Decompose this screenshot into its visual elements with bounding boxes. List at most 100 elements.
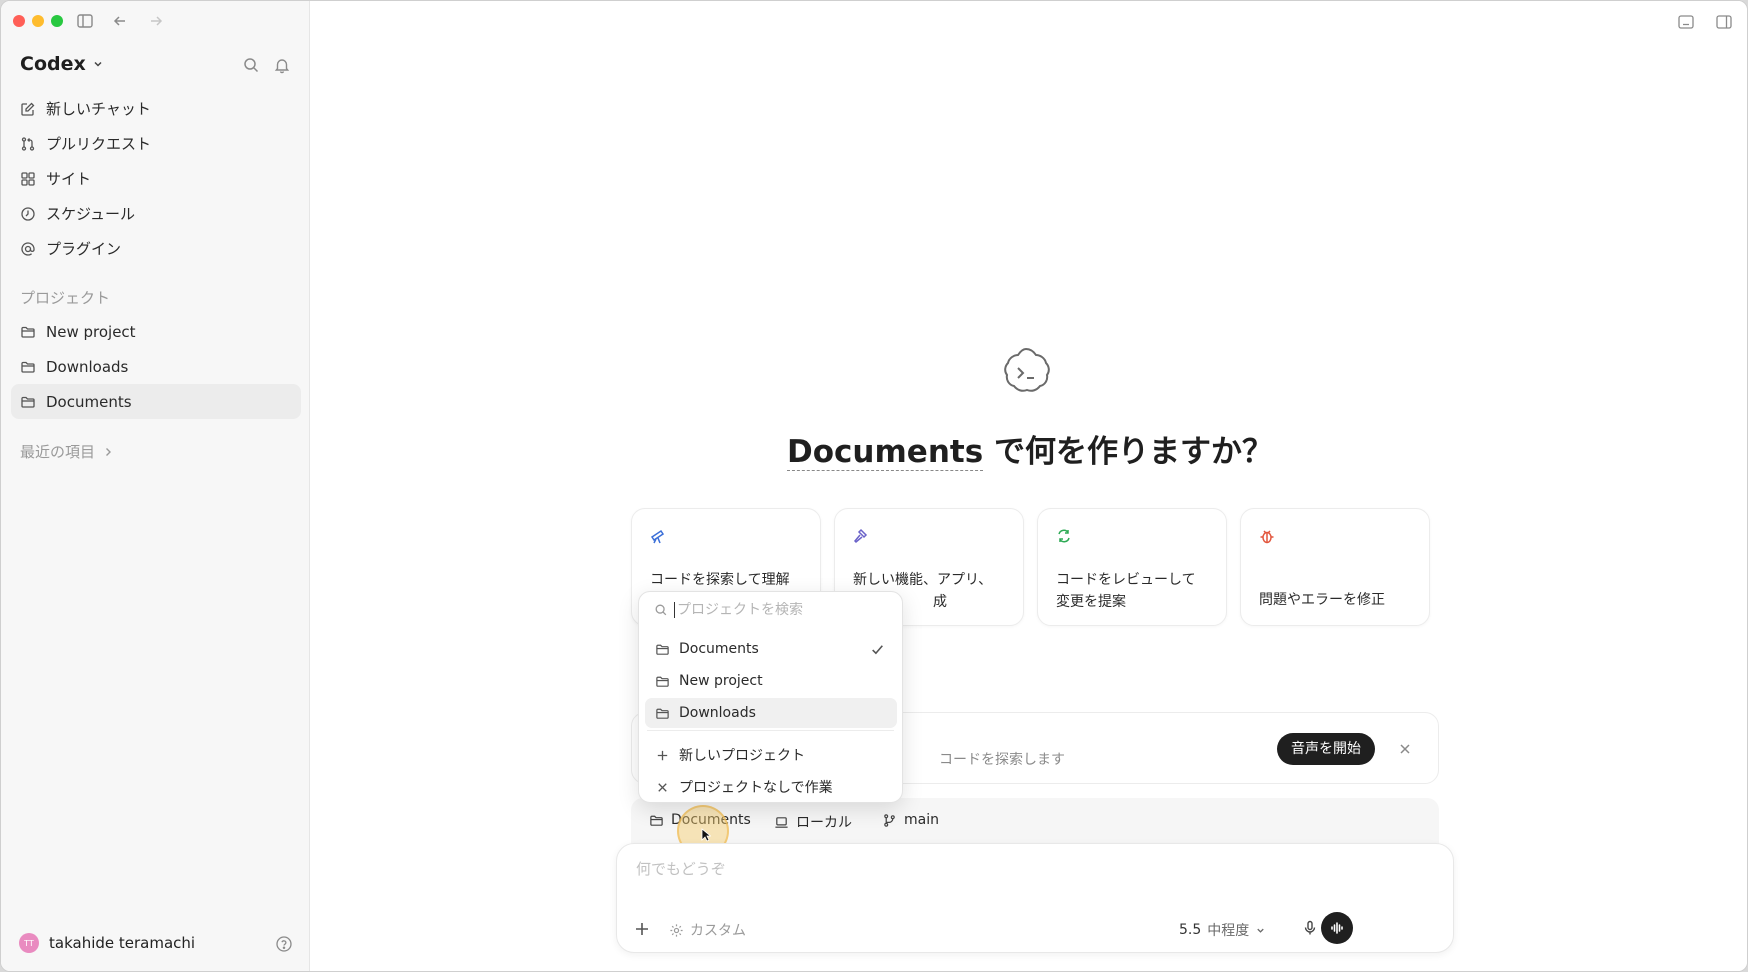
new-project-button[interactable]: 新しいプロジェクト xyxy=(645,740,897,770)
folder-icon xyxy=(656,644,669,655)
branch-selector-button[interactable]: main xyxy=(882,812,939,828)
workspace-switcher[interactable]: Codex xyxy=(20,53,104,75)
chevron-down-icon xyxy=(1257,928,1264,933)
sidebar-item-schedule[interactable]: スケジュール xyxy=(11,196,301,231)
add-attachment-icon[interactable] xyxy=(633,920,651,938)
help-icon[interactable] xyxy=(275,935,293,953)
suggestion-text: 問題やエラーを修正 xyxy=(1259,592,1385,608)
dropdown-project-new-project[interactable]: New project xyxy=(645,666,897,696)
branch-icon xyxy=(884,813,895,827)
headline-question: で何を作りますか？ xyxy=(983,434,1273,470)
folder-icon xyxy=(21,326,35,338)
close-icon[interactable] xyxy=(1397,741,1413,757)
bell-icon[interactable] xyxy=(273,56,291,74)
minimize-window-button[interactable] xyxy=(32,15,44,27)
model-selector[interactable]: 5.5 中程度 xyxy=(1179,920,1266,940)
dropdown-item-label: New project xyxy=(679,673,763,689)
sidebar-item-new-chat[interactable]: 新しいチャット xyxy=(11,91,301,126)
back-arrow-icon[interactable] xyxy=(111,12,129,30)
main-area: Documents で何を作りますか？ コードを探索して理解 新しい機能、アプリ… xyxy=(311,1,1747,971)
panel-bottom-icon[interactable] xyxy=(1677,13,1695,31)
avatar: TT xyxy=(19,933,39,953)
gear-icon xyxy=(670,923,683,937)
sidebar-item-label: プラグイン xyxy=(46,240,122,258)
project-label: New project xyxy=(46,322,136,341)
sidebar-item-sites[interactable]: サイト xyxy=(11,161,301,196)
projects-section-label: プロジェクト xyxy=(20,289,111,307)
no-project-button[interactable]: プロジェクトなしで作業 xyxy=(645,772,897,802)
environment-selector-button[interactable]: ローカル xyxy=(774,812,852,832)
sidebar-toggle-icon[interactable] xyxy=(76,12,94,30)
zoom-window-button[interactable] xyxy=(51,15,63,27)
user-name: takahide teramachi xyxy=(49,934,196,952)
suggestion-card-fix[interactable]: 問題やエラーを修正 xyxy=(1240,508,1430,626)
sidebar-item-label: スケジュール xyxy=(46,205,135,223)
sidebar: Codex 新しいチャット プルリクエスト サイト スケジュール プラグイン プ… xyxy=(1,1,310,971)
headline-project-link[interactable]: Documents xyxy=(787,434,984,471)
bug-icon xyxy=(1260,530,1274,544)
dropdown-item-label: Downloads xyxy=(679,705,756,721)
custom-mode-label: カスタム xyxy=(690,923,746,939)
panel-right-icon[interactable] xyxy=(1715,13,1733,31)
dropdown-project-downloads[interactable]: Downloads xyxy=(645,698,897,728)
plus-icon xyxy=(657,750,668,760)
folder-icon xyxy=(656,708,669,719)
dropdown-item-label: Documents xyxy=(679,641,759,657)
waveform-icon xyxy=(1331,922,1343,934)
chevron-right-icon xyxy=(106,447,112,456)
grid-icon xyxy=(21,171,35,186)
forward-arrow-icon[interactable] xyxy=(147,12,165,30)
folder-icon xyxy=(21,396,35,408)
suggestion-card-review[interactable]: コードをレビューして変更を提案 xyxy=(1037,508,1227,626)
start-voice-button[interactable]: 音声を開始 xyxy=(1277,733,1375,765)
pull-request-icon xyxy=(21,136,35,151)
telescope-icon xyxy=(650,529,665,544)
recent-items-label: 最近の項目 xyxy=(20,443,96,461)
sidebar-item-pull-requests[interactable]: プルリクエスト xyxy=(11,126,301,161)
checkmark-icon xyxy=(872,644,883,654)
search-icon[interactable] xyxy=(242,56,260,74)
suggestion-text: コードをレビューして変更を提案 xyxy=(1056,572,1196,610)
project-dropdown: Documents New project Downloads 新しいプロジェク… xyxy=(638,591,903,803)
voice-mode-button[interactable] xyxy=(1321,912,1353,944)
app-title: Codex xyxy=(20,53,86,75)
close-window-button[interactable] xyxy=(13,15,25,27)
custom-mode-button[interactable]: カスタム xyxy=(669,920,746,940)
sidebar-item-label: サイト xyxy=(46,170,92,188)
hammer-icon xyxy=(853,528,868,544)
project-search xyxy=(654,602,894,618)
refresh-icon xyxy=(1058,529,1070,543)
prompt-input[interactable] xyxy=(636,860,1336,878)
suggestion-text: コードを探索して理解 xyxy=(650,572,790,588)
codex-logo-icon xyxy=(998,344,1054,400)
recent-items-link[interactable]: 最近の項目 xyxy=(20,441,113,462)
environment-label: ローカル xyxy=(796,815,852,831)
search-icon xyxy=(655,604,667,616)
voice-hint-text: コードを探索します xyxy=(939,752,1065,768)
sidebar-item-plugins[interactable]: プラグイン xyxy=(11,231,301,266)
microphone-icon[interactable] xyxy=(1301,919,1319,937)
sidebar-item-project-new-project[interactable]: New project xyxy=(11,314,301,349)
page-title: Documents で何を作りますか？ xyxy=(311,426,1747,471)
clock-icon xyxy=(21,206,35,221)
app-window: Codex 新しいチャット プルリクエスト サイト スケジュール プラグイン プ… xyxy=(0,0,1748,972)
project-search-input[interactable] xyxy=(674,602,894,618)
window-controls xyxy=(13,15,63,27)
model-effort: 中程度 xyxy=(1207,923,1250,939)
sidebar-item-project-downloads[interactable]: Downloads xyxy=(11,349,301,384)
no-project-label: プロジェクトなしで作業 xyxy=(679,780,833,796)
sidebar-item-label: 新しいチャット xyxy=(46,100,151,118)
project-list: New project Downloads Documents xyxy=(11,314,301,419)
at-icon xyxy=(21,241,35,256)
folder-icon xyxy=(21,361,35,373)
branch-label: main xyxy=(904,812,939,828)
sidebar-item-label: プルリクエスト xyxy=(46,135,152,153)
mouse-pointer-icon xyxy=(701,828,711,842)
project-label: Documents xyxy=(46,392,132,411)
sidebar-item-project-documents[interactable]: Documents xyxy=(11,384,301,419)
close-icon xyxy=(658,782,667,792)
dropdown-project-documents[interactable]: Documents xyxy=(645,634,897,664)
user-profile[interactable]: TT takahide teramachi xyxy=(19,933,195,953)
model-version: 5.5 xyxy=(1179,922,1202,938)
composer: カスタム 5.5 中程度 xyxy=(616,843,1454,953)
